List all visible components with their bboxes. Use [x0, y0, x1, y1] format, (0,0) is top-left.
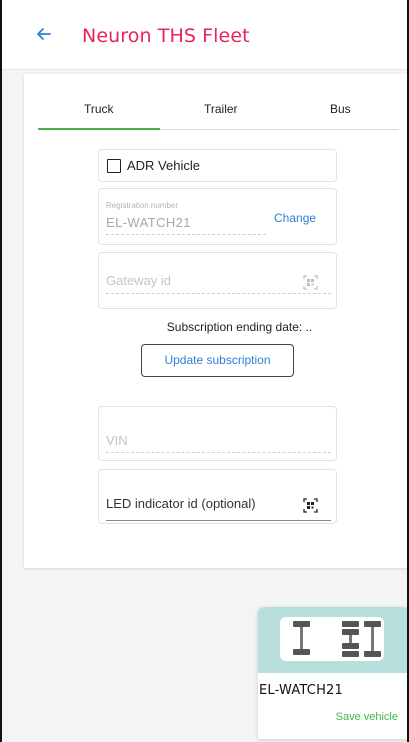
vehicle-preview-banner	[258, 607, 407, 673]
adr-vehicle-row[interactable]: ADR Vehicle	[98, 149, 337, 182]
tab-trailer[interactable]: Trailer	[204, 102, 238, 116]
tab-bus[interactable]: Bus	[330, 102, 351, 116]
registration-underline	[106, 234, 266, 235]
save-vehicle-button[interactable]: Save vehicle	[336, 711, 398, 723]
vin-placeholder: VIN	[106, 433, 128, 448]
vehicle-type-tabs: Truck Trailer Bus	[38, 96, 399, 130]
truck-axle-diagram-icon	[280, 617, 384, 661]
vin-underline	[106, 452, 331, 453]
app-frame: Neuron THS Fleet Truck Trailer Bus ADR V…	[0, 0, 409, 742]
subscription-ending-text: Subscription ending date: ..	[166, 320, 313, 334]
vehicle-form-card: Truck Trailer Bus ADR Vehicle Registrati…	[24, 74, 407, 568]
adr-vehicle-label: ADR Vehicle	[127, 158, 200, 173]
adr-vehicle-checkbox[interactable]	[107, 159, 121, 173]
page-title: Neuron THS Fleet	[82, 25, 250, 47]
tab-truck[interactable]: Truck	[84, 102, 114, 116]
vin-field[interactable]: VIN	[98, 406, 337, 461]
vehicle-preview-card: EL-WATCH21 Save vehicle	[258, 607, 407, 739]
led-indicator-field[interactable]: LED indicator id (optional)	[98, 469, 337, 524]
app-bar: Neuron THS Fleet	[2, 0, 407, 70]
vehicle-preview-name: EL-WATCH21	[259, 683, 343, 698]
update-subscription-button[interactable]: Update subscription	[141, 344, 294, 377]
gateway-id-placeholder: Gateway id	[106, 273, 172, 288]
registration-field: Registration number EL-WATCH21 Change	[98, 188, 337, 245]
qr-scan-icon[interactable]	[303, 275, 318, 290]
gateway-id-field[interactable]: Gateway id	[98, 252, 337, 309]
gateway-underline	[106, 293, 331, 294]
led-indicator-label: LED indicator id (optional)	[106, 496, 256, 511]
change-registration-button[interactable]: Change	[274, 211, 316, 225]
registration-label: Registration number	[106, 201, 179, 210]
active-tab-indicator	[38, 128, 160, 130]
arrow-left-icon[interactable]	[36, 26, 52, 42]
led-underline	[106, 520, 331, 521]
registration-value: EL-WATCH21	[106, 215, 191, 230]
qr-scan-icon[interactable]	[303, 498, 318, 513]
